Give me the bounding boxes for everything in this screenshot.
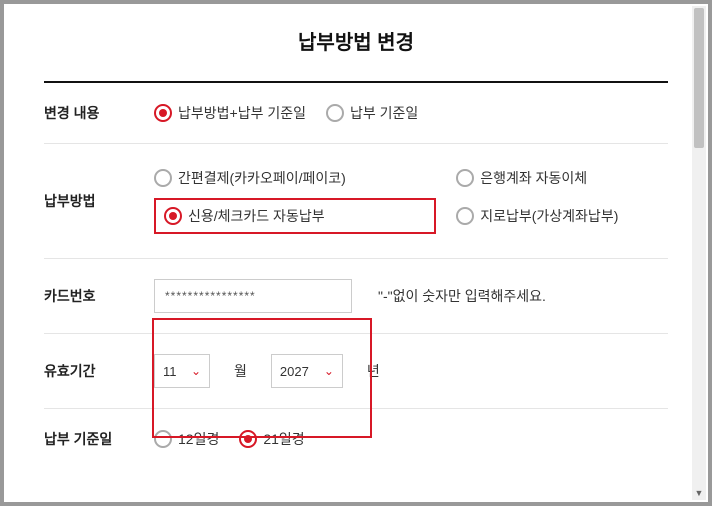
expiry-year-select[interactable]: 2027 ⌄ bbox=[271, 354, 343, 388]
expiry-year-value: 2027 bbox=[280, 364, 309, 379]
card-number-input[interactable] bbox=[154, 279, 352, 313]
radio-date-only[interactable]: 납부 기준일 bbox=[326, 103, 418, 123]
scroll-down-icon: ▼ bbox=[692, 486, 706, 500]
expiry-month-unit: 월 bbox=[234, 361, 247, 381]
row-expiry: 유효기간 11 ⌄ 월 2027 ⌄ 년 bbox=[44, 334, 668, 409]
chevron-down-icon: ⌄ bbox=[324, 364, 334, 378]
card-number-hint: "-"없이 숫자만 입력해주세요. bbox=[378, 286, 546, 306]
expiry-month-value: 11 bbox=[163, 364, 177, 379]
radio-label: 은행계좌 자동이체 bbox=[480, 168, 587, 188]
radio-icon bbox=[154, 104, 172, 122]
radio-icon bbox=[456, 207, 474, 225]
dialog-header: 납부방법 변경 bbox=[4, 4, 708, 71]
radio-label: 납부 기준일 bbox=[350, 103, 418, 123]
radio-method-and-date[interactable]: 납부방법+납부 기준일 bbox=[154, 103, 306, 123]
label-change-content: 변경 내용 bbox=[44, 103, 154, 123]
radio-label: 지로납부(가상계좌납부) bbox=[480, 206, 618, 226]
dialog-title: 납부방법 변경 bbox=[4, 26, 708, 55]
radio-icon bbox=[154, 430, 172, 448]
row-payment-method: 납부방법 간편결제(카카오페이/페이코) 은행계좌 자동이체 신용/체크카드 자… bbox=[44, 144, 668, 259]
radio-icon bbox=[456, 169, 474, 187]
payment-method-options: 간편결제(카카오페이/페이코) 은행계좌 자동이체 신용/체크카드 자동납부 지… bbox=[154, 168, 668, 234]
label-card-number: 카드번호 bbox=[44, 286, 154, 306]
radio-label: 신용/체크카드 자동납부 bbox=[188, 206, 325, 226]
label-payment-method: 납부방법 bbox=[44, 191, 154, 211]
radio-label: 21일경 bbox=[263, 429, 304, 449]
radio-card-autopay[interactable]: 신용/체크카드 자동납부 bbox=[154, 198, 436, 234]
scrollbar-thumb[interactable] bbox=[694, 8, 704, 148]
radio-day-21[interactable]: 21일경 bbox=[239, 429, 304, 449]
expiry-month-select[interactable]: 11 ⌄ bbox=[154, 354, 210, 388]
radio-day-12[interactable]: 12일경 bbox=[154, 429, 219, 449]
radio-giro[interactable]: 지로납부(가상계좌납부) bbox=[456, 206, 668, 226]
radio-simple-pay[interactable]: 간편결제(카카오페이/페이코) bbox=[154, 168, 436, 188]
row-due-date: 납부 기준일 12일경 21일경 bbox=[44, 409, 668, 469]
radio-icon bbox=[164, 207, 182, 225]
label-expiry: 유효기간 bbox=[44, 361, 154, 381]
card-number-content: "-"없이 숫자만 입력해주세요. bbox=[154, 279, 668, 313]
radio-icon bbox=[239, 430, 257, 448]
row-change-content: 변경 내용 납부방법+납부 기준일 납부 기준일 bbox=[44, 83, 668, 144]
vertical-scrollbar[interactable]: ▲ ▼ bbox=[692, 6, 706, 500]
label-due-date: 납부 기준일 bbox=[44, 429, 154, 449]
radio-label: 간편결제(카카오페이/페이코) bbox=[178, 168, 346, 188]
radio-label: 12일경 bbox=[178, 429, 219, 449]
expiry-content: 11 ⌄ 월 2027 ⌄ 년 bbox=[154, 354, 668, 388]
row-card-number: 카드번호 "-"없이 숫자만 입력해주세요. bbox=[44, 259, 668, 334]
change-content-options: 납부방법+납부 기준일 납부 기준일 bbox=[154, 103, 668, 123]
expiry-year-unit: 년 bbox=[367, 361, 380, 381]
dialog-window: 납부방법 변경 변경 내용 납부방법+납부 기준일 납부 기준일 납부방법 간편… bbox=[4, 4, 708, 502]
chevron-down-icon: ⌄ bbox=[191, 364, 201, 378]
radio-bank-transfer[interactable]: 은행계좌 자동이체 bbox=[456, 168, 668, 188]
radio-label: 납부방법+납부 기준일 bbox=[178, 103, 306, 123]
radio-icon bbox=[326, 104, 344, 122]
radio-icon bbox=[154, 169, 172, 187]
due-date-options: 12일경 21일경 bbox=[154, 429, 668, 449]
